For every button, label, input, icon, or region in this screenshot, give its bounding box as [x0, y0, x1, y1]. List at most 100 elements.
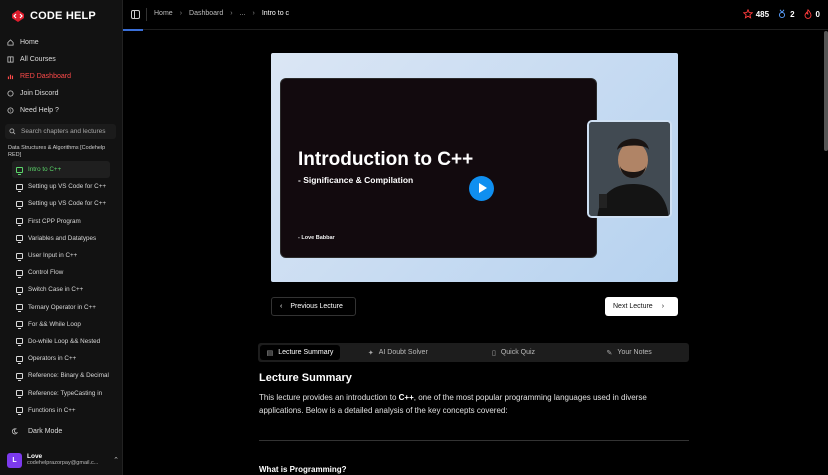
- code-help-logo-icon: [12, 10, 24, 22]
- lesson-item-active[interactable]: Intro to C++: [12, 161, 110, 179]
- breadcrumb-current: Intro to c: [261, 10, 290, 17]
- summary-text-start: This lecture provides an introduction to: [259, 393, 399, 402]
- lecture-tabs: ▤ Lecture Summary ✦ AI Doubt Solver ▯ Qu…: [258, 343, 689, 362]
- lesson-item[interactable]: Operators in C++: [12, 350, 110, 367]
- lesson-item[interactable]: Variables and Datatypes: [12, 230, 110, 247]
- bar-chart-icon: [7, 74, 14, 80]
- star-icon: [742, 9, 753, 19]
- video-title: Introduction to C++: [298, 149, 474, 170]
- lesson-label: User Input in C++: [28, 252, 78, 260]
- lesson-item[interactable]: First CPP Program: [12, 213, 110, 230]
- home-icon: [7, 39, 14, 46]
- user-email: codehelprazorpay@gmail.c...: [27, 460, 99, 466]
- user-menu[interactable]: L Love codehelprazorpay@gmail.c... ⌃: [7, 451, 119, 469]
- monitor-icon: [16, 183, 23, 192]
- user-info: Love codehelprazorpay@gmail.c...: [27, 453, 98, 467]
- video-author: - Love Babbar: [298, 235, 335, 241]
- monitor-icon: [16, 321, 23, 330]
- lesson-item[interactable]: Setting up VS Code for C++: [12, 178, 110, 195]
- rank-count: 2: [790, 9, 795, 19]
- monitor-icon: [16, 218, 23, 227]
- course-title: Data Structures & Algorithms [Codehelp R…: [8, 145, 106, 158]
- lesson-item[interactable]: Do-while Loop && Nested: [12, 333, 110, 350]
- lesson-label: For && While Loop: [28, 320, 81, 328]
- monitor-icon: [16, 269, 23, 278]
- lesson-item[interactable]: Setting up VS Code for C++: [12, 195, 110, 212]
- lesson-label: Operators in C++: [28, 355, 77, 363]
- search-icon: [9, 128, 16, 135]
- breadcrumb-home[interactable]: Home: [154, 10, 173, 17]
- tab-your-notes[interactable]: ✎ Your Notes: [571, 345, 687, 360]
- lesson-item[interactable]: Functions in C++: [12, 402, 110, 419]
- monitor-icon: [16, 304, 23, 313]
- sidebar-item-need-help[interactable]: ? Need Help ?: [0, 102, 123, 119]
- scrollbar-thumb[interactable]: [824, 31, 828, 151]
- lesson-item[interactable]: Ternary Operator in C++: [12, 299, 110, 316]
- lesson-label: Setting up VS Code for C++: [28, 183, 107, 191]
- sidebar-item-all-courses[interactable]: All Courses: [0, 51, 123, 68]
- sidebar-item-join-discord[interactable]: Join Discord: [0, 85, 123, 102]
- tab-ai-doubt-solver[interactable]: ✦ AI Doubt Solver: [340, 345, 456, 360]
- tab-quick-quiz[interactable]: ▯ Quick Quiz: [456, 345, 572, 360]
- lesson-label: Functions in C++: [28, 406, 76, 414]
- flame-icon: [804, 9, 811, 19]
- monitor-icon: [16, 252, 23, 261]
- summary-heading: Lecture Summary: [259, 372, 352, 384]
- chevron-right-icon: ›: [252, 10, 255, 17]
- video-player[interactable]: Introduction to C++ - Significance & Com…: [271, 53, 678, 282]
- chevron-right-icon: ›: [179, 10, 183, 17]
- tab-lecture-summary[interactable]: ▤ Lecture Summary: [260, 345, 340, 360]
- lesson-item[interactable]: Switch Case in C++: [12, 281, 110, 298]
- monitor-icon: [16, 338, 23, 347]
- monitor-icon: [16, 407, 23, 416]
- lesson-label: First CPP Program: [28, 217, 81, 225]
- sidebar-item-home[interactable]: Home: [0, 34, 123, 51]
- sidebar: CODE HELP Home All Courses RED Dashboard…: [0, 0, 123, 475]
- user-stats: 485 2 0: [742, 9, 820, 19]
- tab-label: Your Notes: [617, 349, 652, 356]
- lesson-item[interactable]: Reference: Binary & Decimal: [12, 367, 110, 384]
- lesson-label: Reference: TypeCasting in: [28, 389, 103, 397]
- pencil-icon: ✎: [606, 349, 613, 357]
- lesson-label: Variables and Datatypes: [28, 234, 97, 242]
- breadcrumb-ellipsis[interactable]: ...: [240, 10, 246, 17]
- top-header: Home › Dashboard › ... › Intro to c 485 …: [123, 0, 828, 31]
- stars-stat[interactable]: 485: [742, 9, 769, 19]
- sidebar-item-red-dashboard[interactable]: RED Dashboard: [0, 68, 123, 85]
- user-name: Love: [27, 453, 43, 460]
- section-divider: [259, 440, 689, 441]
- sidebar-toggle-icon[interactable]: [131, 10, 140, 19]
- rank-stat[interactable]: 2: [777, 9, 795, 19]
- next-lecture-button[interactable]: Next Lecture ›: [605, 297, 678, 316]
- medal-icon: [779, 9, 786, 19]
- next-lecture-label: Next Lecture: [613, 303, 653, 310]
- lesson-item[interactable]: Control Flow: [12, 264, 110, 281]
- sidebar-item-label: Join Discord: [20, 90, 59, 97]
- sidebar-item-label: All Courses: [20, 56, 56, 63]
- lesson-label: Reference: Binary & Decimal: [28, 372, 109, 380]
- streak-stat[interactable]: 0: [803, 9, 820, 19]
- lesson-label: Control Flow: [28, 269, 64, 277]
- sidebar-item-label: RED Dashboard: [20, 73, 71, 80]
- tab-label: AI Doubt Solver: [378, 349, 428, 356]
- dark-mode-toggle[interactable]: Dark Mode: [11, 428, 62, 435]
- lesson-item[interactable]: User Input in C++: [12, 247, 110, 264]
- chevron-left-icon: ‹: [280, 303, 283, 310]
- play-button[interactable]: [469, 176, 494, 201]
- lesson-item[interactable]: For && While Loop: [12, 316, 110, 333]
- summary-text-bold: C++: [398, 393, 414, 402]
- search-input[interactable]: [21, 128, 111, 135]
- dark-mode-label: Dark Mode: [28, 428, 63, 435]
- logo[interactable]: CODE HELP: [10, 9, 96, 23]
- lesson-item[interactable]: Reference: TypeCasting in: [12, 384, 110, 401]
- breadcrumb-dashboard[interactable]: Dashboard: [189, 10, 223, 17]
- lesson-label: Do-while Loop && Nested: [28, 337, 101, 345]
- lesson-label: Ternary Operator in C++: [28, 303, 96, 311]
- video-subtitle: - Significance & Compilation: [298, 175, 414, 185]
- previous-lecture-button[interactable]: ‹ Previous Lecture: [271, 297, 356, 316]
- monitor-icon: [16, 166, 23, 175]
- streak-count: 0: [815, 9, 820, 19]
- brand-name: CODE HELP: [30, 10, 96, 22]
- breadcrumb: Home › Dashboard › ... › Intro to c: [154, 10, 289, 17]
- monitor-icon: [16, 235, 23, 244]
